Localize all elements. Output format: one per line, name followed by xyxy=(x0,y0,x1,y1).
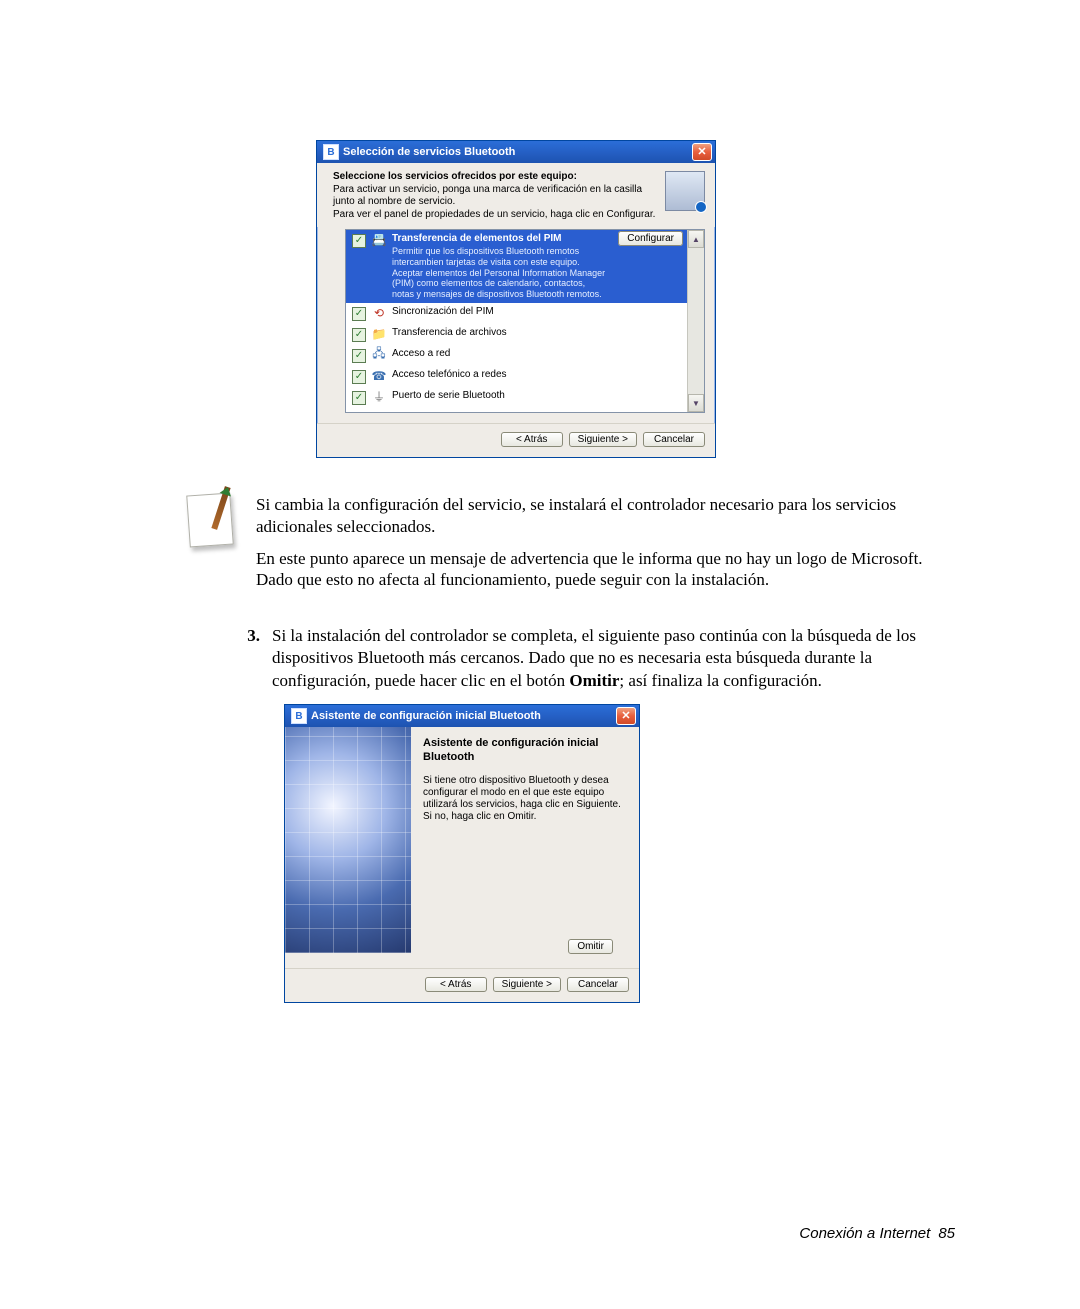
service-item[interactable]: ✓ ☎ Acceso telefónico a redes xyxy=(346,366,687,387)
step-body: Si la instalación del controlador se com… xyxy=(272,625,955,692)
step-3: 3. Si la instalación del controlador se … xyxy=(238,625,955,692)
service-item[interactable]: ✓ 📁 Transferencia de archivos xyxy=(346,324,687,345)
service-item-selected[interactable]: ✓ 📇 Transferencia de elementos del PIM P… xyxy=(346,230,687,303)
close-icon[interactable]: ✕ xyxy=(692,143,712,161)
service-title: Transferencia de archivos xyxy=(392,327,683,338)
service-title: Transferencia de elementos del PIM xyxy=(392,233,562,244)
note-paragraph: Si cambia la configuración del servicio,… xyxy=(256,494,955,538)
instruction-heading: Seleccione los servicios ofrecidos por e… xyxy=(333,171,577,182)
titlebar[interactable]: B Asistente de configuración inicial Blu… xyxy=(285,705,639,727)
scroll-up-icon[interactable]: ▲ xyxy=(688,230,704,248)
titlebar[interactable]: B Selección de servicios Bluetooth ✕ xyxy=(317,141,715,163)
skip-button[interactable]: Omitir xyxy=(568,939,613,954)
window-title: Selección de servicios Bluetooth xyxy=(343,146,515,158)
pim-transfer-icon: 📇 xyxy=(371,233,387,247)
cancel-button[interactable]: Cancelar xyxy=(643,432,705,447)
service-title: Sincronización del PIM xyxy=(392,306,683,317)
checkbox-checked-icon[interactable]: ✓ xyxy=(352,391,366,405)
instruction-line: Para ver el panel de propiedades de un s… xyxy=(333,209,655,220)
checkbox-checked-icon[interactable]: ✓ xyxy=(352,328,366,342)
service-item[interactable]: ✓ ⟲ Sincronización del PIM xyxy=(346,303,687,324)
configure-button[interactable]: Configurar xyxy=(618,231,683,246)
window-title: Asistente de configuración inicial Bluet… xyxy=(311,710,541,722)
footer-section: Conexión a Internet xyxy=(799,1225,930,1242)
back-button[interactable]: < Atrás xyxy=(501,432,563,447)
checkbox-checked-icon[interactable]: ✓ xyxy=(352,349,366,363)
note-paragraph: En este punto aparece un mensaje de adve… xyxy=(256,548,955,592)
bluetooth-services-dialog: B Selección de servicios Bluetooth ✕ Sel… xyxy=(316,140,716,458)
dialog-footer: < Atrás Siguiente > Cancelar xyxy=(317,423,715,457)
instruction-line: Para activar un servicio, ponga una marc… xyxy=(333,184,642,208)
step-number: 3. xyxy=(238,625,260,692)
service-description: Permitir que los dispositivos Bluetooth … xyxy=(392,246,607,300)
scrollbar[interactable]: ▲ ▼ xyxy=(687,230,704,412)
checkbox-checked-icon[interactable]: ✓ xyxy=(352,234,366,248)
note-icon xyxy=(188,494,232,546)
wizard-heading: Asistente de configuración inicial Bluet… xyxy=(423,737,627,765)
service-item[interactable]: ✓ ⏚ Puerto de serie Bluetooth xyxy=(346,387,687,408)
globe-graphic xyxy=(285,727,411,953)
instruction-panel: Seleccione los servicios ofrecidos por e… xyxy=(317,163,715,227)
scrollbar-track[interactable] xyxy=(688,248,704,394)
bluetooth-icon: B xyxy=(291,708,307,724)
services-listbox[interactable]: ✓ 📇 Transferencia de elementos del PIM P… xyxy=(345,229,705,413)
cancel-button[interactable]: Cancelar xyxy=(567,977,629,992)
close-icon[interactable]: ✕ xyxy=(616,707,636,725)
dialup-icon: ☎ xyxy=(371,369,387,383)
next-button[interactable]: Siguiente > xyxy=(569,432,637,447)
page-footer: Conexión a Internet 85 xyxy=(799,1225,955,1242)
note-block: Si cambia la configuración del servicio,… xyxy=(188,494,955,601)
checkbox-checked-icon[interactable]: ✓ xyxy=(352,370,366,384)
footer-page-number: 85 xyxy=(938,1225,955,1242)
scroll-down-icon[interactable]: ▼ xyxy=(688,394,704,412)
back-button[interactable]: < Atrás xyxy=(425,977,487,992)
network-access-icon: 🖧 xyxy=(371,348,387,362)
dialog-footer: < Atrás Siguiente > Cancelar xyxy=(285,968,639,1002)
next-button[interactable]: Siguiente > xyxy=(493,977,561,992)
wizard-paragraph: Si tiene otro dispositivo Bluetooth y de… xyxy=(423,775,627,823)
checkbox-checked-icon[interactable]: ✓ xyxy=(352,307,366,321)
service-title: Puerto de serie Bluetooth xyxy=(392,390,683,401)
service-title: Acceso a red xyxy=(392,348,683,359)
service-title: Acceso telefónico a redes xyxy=(392,369,683,380)
bluetooth-wizard-dialog: B Asistente de configuración inicial Blu… xyxy=(284,704,640,1003)
bluetooth-icon: B xyxy=(323,144,339,160)
serial-port-icon: ⏚ xyxy=(371,390,387,404)
pim-sync-icon: ⟲ xyxy=(371,306,387,320)
file-transfer-icon: 📁 xyxy=(371,327,387,341)
service-item[interactable]: ✓ 🖧 Acceso a red xyxy=(346,345,687,366)
computer-bluetooth-icon xyxy=(665,171,705,211)
